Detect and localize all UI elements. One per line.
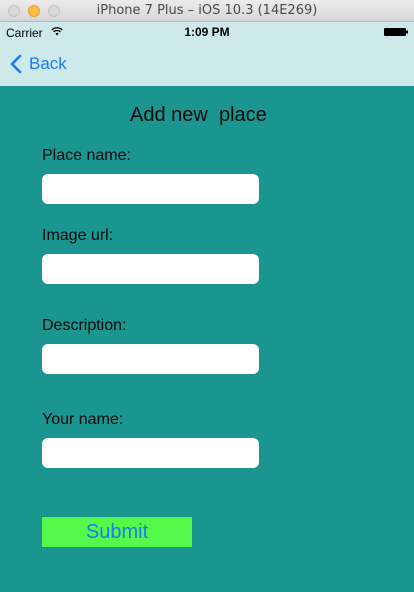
your-name-label: Your name:	[42, 411, 124, 428]
submit-button[interactable]: Submit	[42, 517, 192, 547]
status-time: 1:09 PM	[184, 25, 230, 39]
description-input[interactable]	[42, 344, 259, 374]
place-name-input[interactable]	[42, 174, 259, 204]
status-bar: Carrier 1:09 PM	[0, 22, 414, 42]
your-name-input[interactable]	[42, 438, 259, 468]
description-label: Description:	[42, 317, 127, 334]
add-place-form: Add new place Place name: Image url: Des…	[0, 86, 414, 592]
back-button[interactable]: Back	[10, 52, 67, 76]
window-title: iPhone 7 Plus – iOS 10.3 (14E269)	[96, 3, 318, 18]
back-label: Back	[29, 54, 67, 73]
page-title: Add new place	[130, 104, 267, 126]
image-url-input[interactable]	[42, 254, 259, 284]
simulator-title-bar: iPhone 7 Plus – iOS 10.3 (14E269)	[0, 0, 414, 22]
place-name-label: Place name:	[42, 147, 131, 164]
navigation-bar: Back	[0, 42, 414, 86]
image-url-label: Image url:	[42, 227, 114, 244]
chevron-left-icon	[10, 54, 22, 74]
battery-icon	[384, 28, 408, 36]
